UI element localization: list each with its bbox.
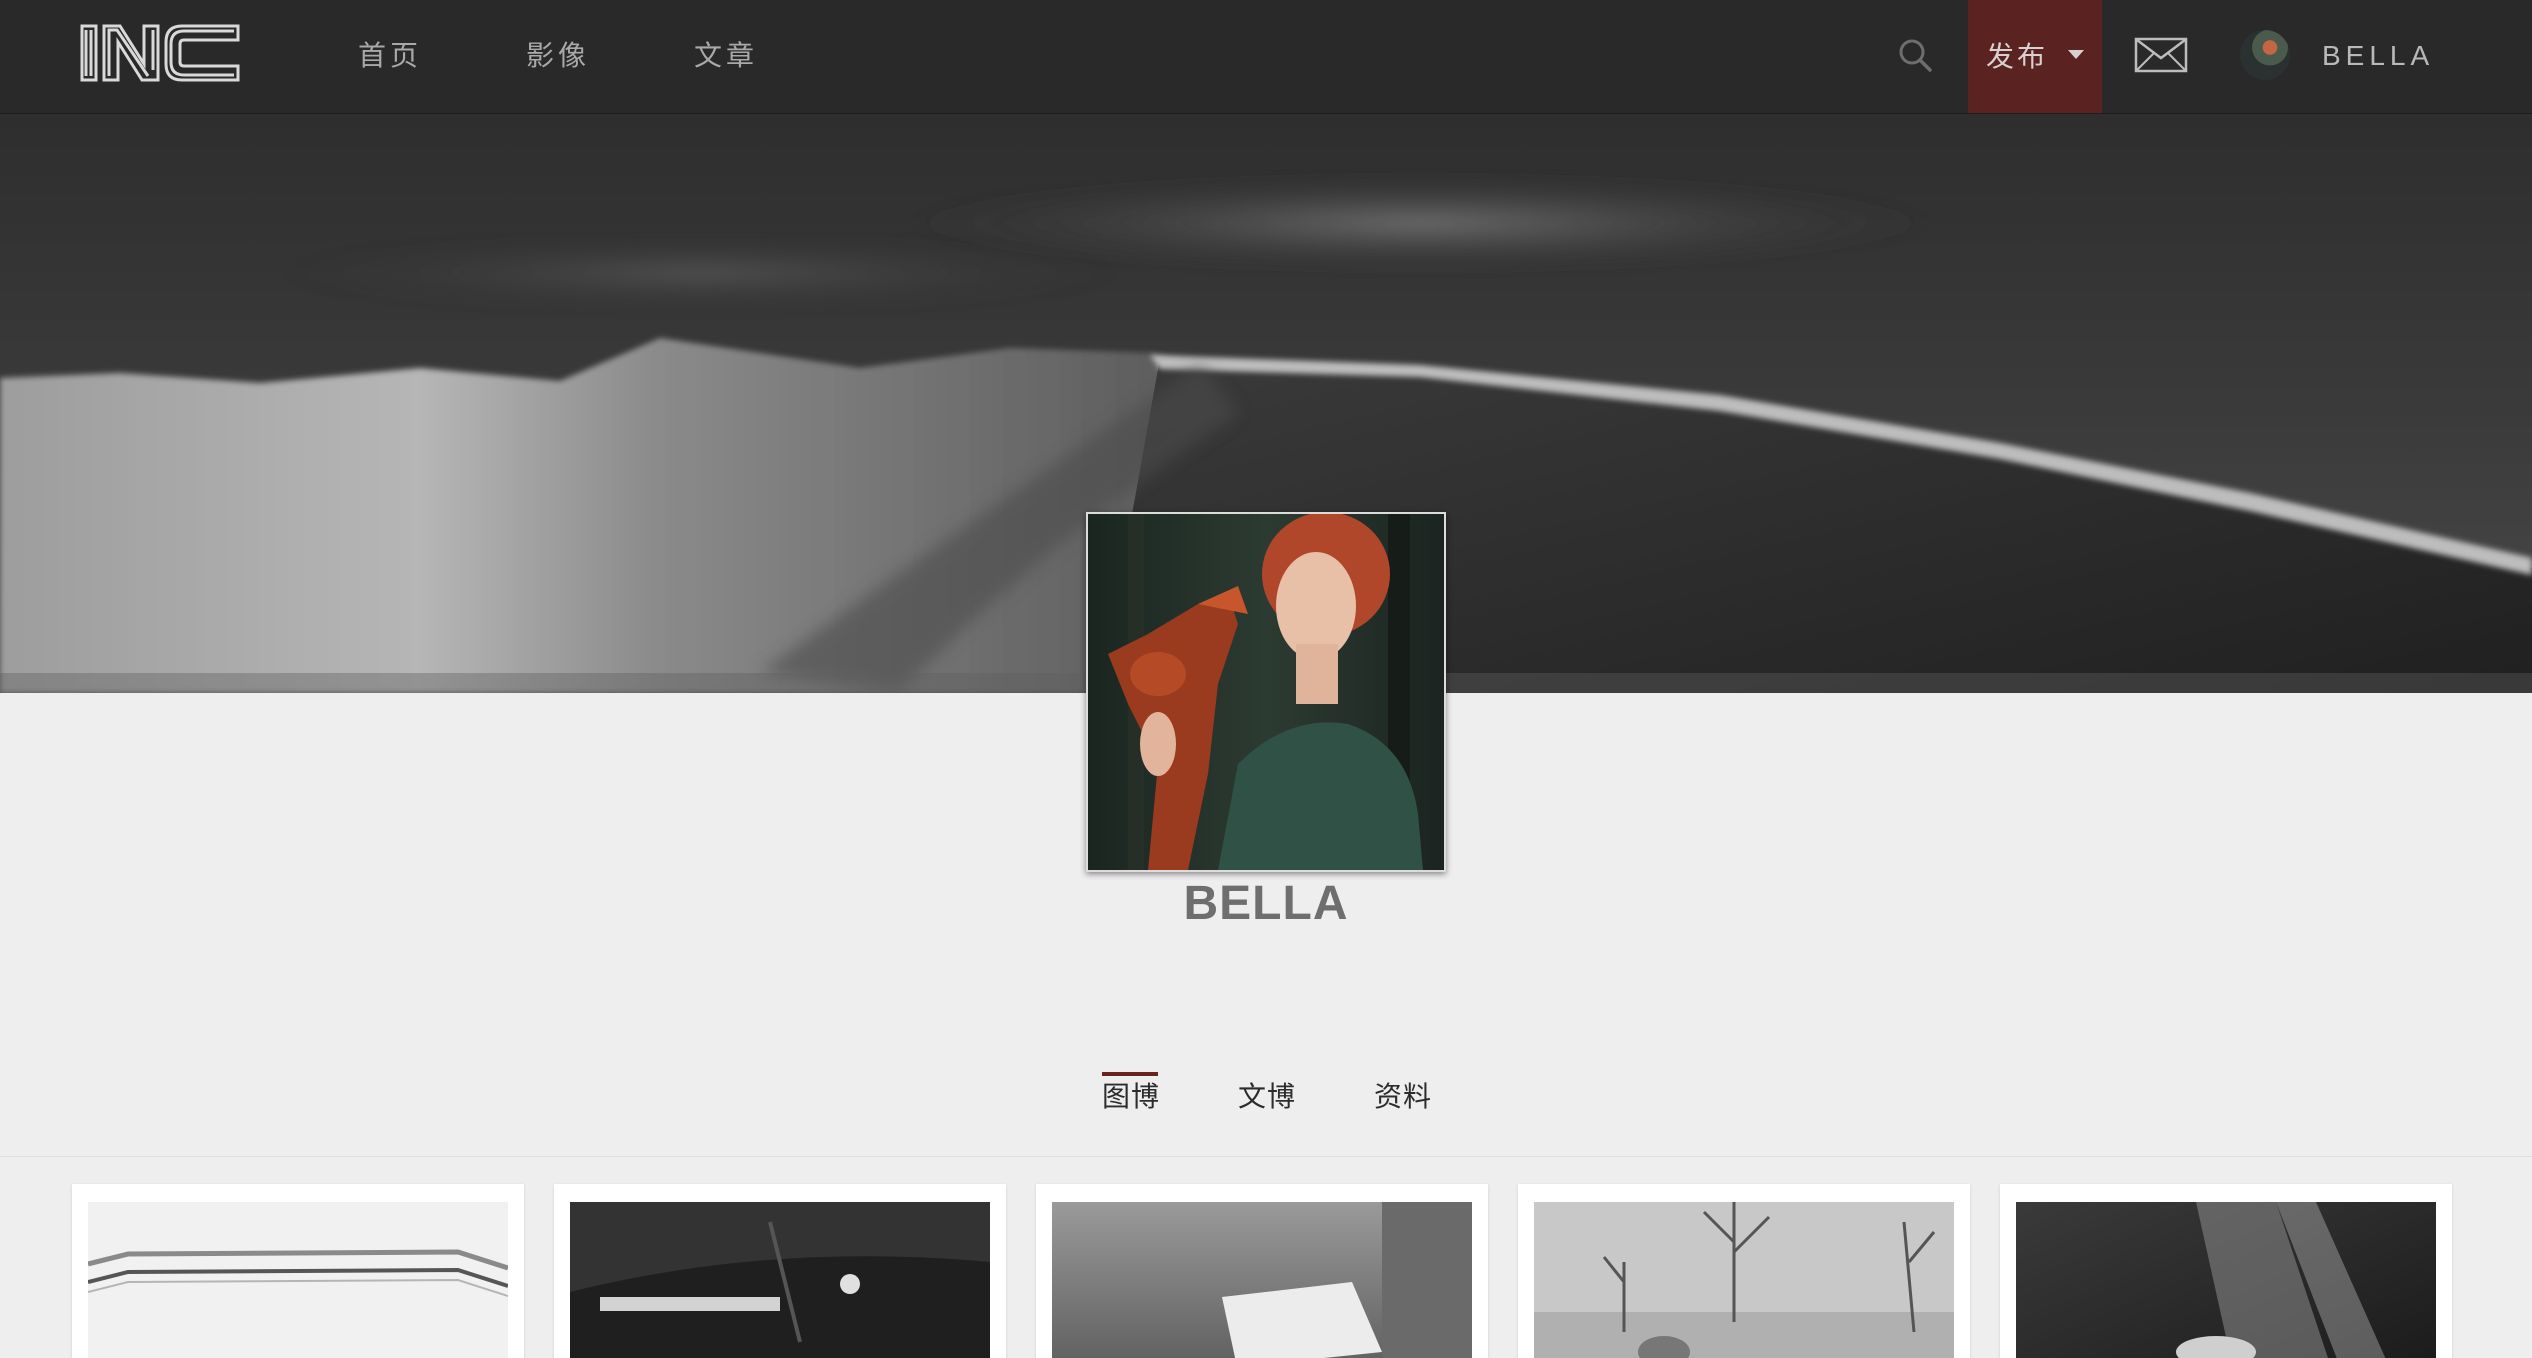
page: 首页 影像 文章 发布 BELLA BELLA 图博 文博 资料: [0, 0, 2532, 1358]
profile-photo[interactable]: [1086, 512, 1446, 872]
gallery-card[interactable]: [72, 1184, 524, 1358]
inc-logo[interactable]: [78, 20, 242, 86]
top-navbar: 首页 影像 文章 发布 BELLA: [0, 0, 2532, 114]
nav-username[interactable]: BELLA: [2322, 34, 2434, 78]
nav-link-articles[interactable]: 文章: [694, 34, 758, 78]
profile-name: BELLA: [1183, 877, 1349, 930]
publish-label: 发布: [1986, 40, 2049, 73]
profile-photo-image: [1088, 514, 1444, 870]
tab-image-posts[interactable]: 图博: [1102, 1072, 1160, 1122]
gallery-card[interactable]: [2000, 1184, 2452, 1358]
caret-down-icon: [2068, 50, 2084, 59]
gallery-thumbnail: [2016, 1202, 2436, 1358]
nav-link-home[interactable]: 首页: [358, 34, 422, 78]
gallery-thumbnail: [1534, 1202, 1954, 1358]
nav-link-images[interactable]: 影像: [526, 34, 590, 78]
tab-profile-info[interactable]: 资料: [1374, 1072, 1432, 1122]
inc-logo-graphic: [80, 24, 240, 82]
gallery-thumbnail: [570, 1202, 990, 1358]
profile-tabs: 图博 文博 资料: [0, 1046, 2532, 1157]
search-icon: [1899, 39, 1932, 72]
publish-dropdown-button[interactable]: 发布: [1968, 0, 2102, 113]
user-avatar[interactable]: [2240, 30, 2290, 80]
mail-icon: [2134, 37, 2188, 73]
gallery-card[interactable]: [1518, 1184, 1970, 1358]
messages-button[interactable]: [2134, 36, 2188, 74]
active-tab-indicator: [1102, 1072, 1158, 1076]
gallery-card[interactable]: [1036, 1184, 1488, 1358]
search-button[interactable]: [1896, 36, 1936, 76]
gallery-card[interactable]: [554, 1184, 1006, 1358]
gallery-thumbnail: [88, 1202, 508, 1358]
gallery-thumbnail: [1052, 1202, 1472, 1358]
tab-text-posts[interactable]: 文博: [1238, 1072, 1296, 1122]
